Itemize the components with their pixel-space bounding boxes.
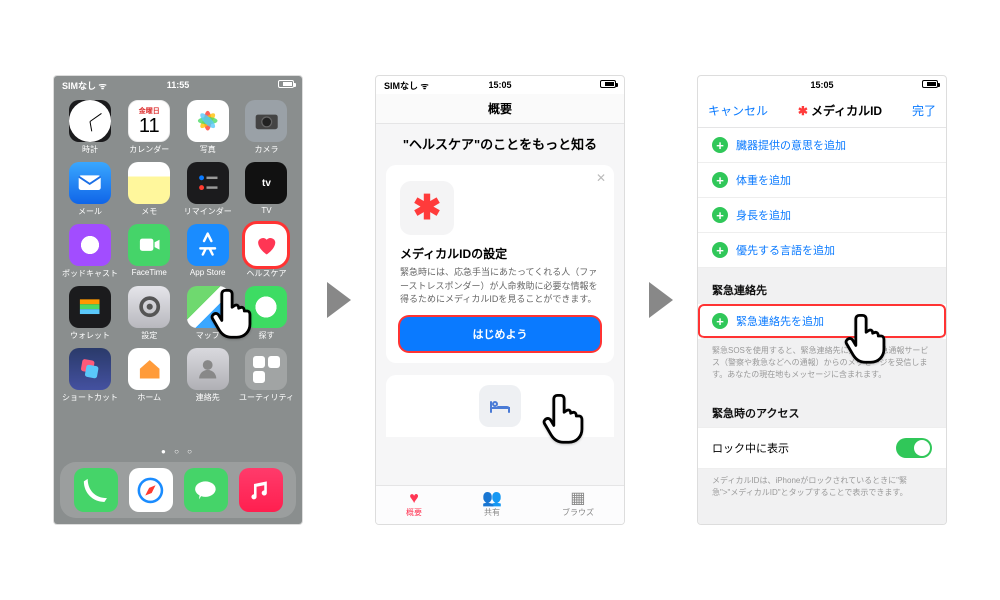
plus-icon: + [712, 137, 728, 153]
asterisk-icon: ✱ [400, 181, 454, 235]
wallet-icon [75, 292, 104, 321]
toggle-label: ロック中に表示 [712, 440, 789, 456]
app-appstore[interactable]: App Store [180, 224, 234, 284]
plus-icon: + [712, 207, 728, 223]
battery-icon [278, 80, 294, 88]
app-mail[interactable]: メール [62, 162, 118, 222]
heart-icon: ♥ [409, 491, 419, 507]
app-tv[interactable]: tvTV [239, 162, 294, 222]
battery-icon [922, 80, 938, 88]
app-settings[interactable]: 設定 [122, 286, 176, 346]
battery-icon [600, 80, 616, 88]
app-shortcuts[interactable]: ショートカット [62, 348, 118, 408]
phone-screen-3-medical-id: 15:05 キャンセル ✱メディカルID 完了 +臓器提供の意思を追加 +体重を… [697, 75, 947, 525]
plus-icon: + [712, 242, 728, 258]
close-icon[interactable]: ✕ [596, 171, 606, 185]
dock-phone[interactable] [74, 468, 118, 512]
tab-share[interactable]: 👥共有 [482, 491, 502, 518]
app-clock[interactable]: 時計 [62, 100, 118, 160]
app-facetime[interactable]: FaceTime [122, 224, 176, 284]
app-wallet[interactable]: ウォレット [62, 286, 118, 346]
facetime-icon [135, 230, 164, 259]
dock [60, 462, 296, 518]
appstore-icon [193, 230, 222, 259]
app-reminders[interactable]: リマインダー [180, 162, 234, 222]
app-utilities-folder[interactable]: ユーティリティ [239, 348, 294, 408]
app-home[interactable]: ホーム [122, 348, 176, 408]
phone-screen-1-home: SIMなし ᯤ 11:55 時計 金曜日11カレンダー 写真 カメラ メール メ… [53, 75, 303, 525]
status-bar: 15:05 [698, 76, 946, 94]
music-icon [245, 475, 276, 506]
status-time: 11:55 [54, 80, 302, 90]
photos-icon [193, 106, 222, 135]
section-emergency-access: 緊急時のアクセス [698, 391, 946, 427]
page-dots[interactable]: ● ○ ○ [54, 443, 302, 462]
lock-help-text: メディカルIDは、iPhoneがロックされているときに"緊急">"メディカルID… [698, 469, 946, 509]
toggle-switch[interactable] [896, 438, 932, 458]
card-body: 緊急時には、応急手当にあたってくれる人（ファーストレスポンダー）が人命救助に必要… [400, 266, 600, 307]
app-podcasts[interactable]: ポッドキャスト [62, 224, 118, 284]
row-height[interactable]: +身長を追加 [698, 198, 946, 233]
card-heading: メディカルIDの設定 [400, 245, 600, 262]
people-icon: 👥 [482, 491, 502, 507]
app-calendar[interactable]: 金曜日11カレンダー [122, 100, 176, 160]
app-contacts[interactable]: 連絡先 [180, 348, 234, 408]
messages-icon [190, 475, 221, 506]
step-arrow-icon [649, 282, 673, 318]
status-bar: SIMなし ᯤ 11:55 [54, 76, 302, 94]
dock-music[interactable] [239, 468, 283, 512]
row-add-emergency-contact[interactable]: +緊急連絡先を追加 [698, 304, 946, 339]
safari-icon [135, 475, 166, 506]
contacts-icon [193, 354, 222, 383]
section-emergency-contacts: 緊急連絡先 [698, 268, 946, 304]
status-bar: SIMなし ᯤ 15:05 [376, 76, 624, 94]
row-language[interactable]: +優先する言語を追加 [698, 233, 946, 268]
nav-title: ✱メディカルID [798, 102, 882, 119]
emergency-help-text: 緊急SOSを使用すると、緊急連絡先に対して緊急通報サービス（警察や救急などへの通… [698, 339, 946, 391]
asterisk-icon: ✱ [798, 104, 808, 118]
hero-heading: "ヘルスケア"のことをもっと知る [376, 124, 624, 159]
done-button[interactable]: 完了 [912, 102, 936, 119]
sleep-card-preview [386, 375, 614, 437]
app-camera[interactable]: カメラ [239, 100, 294, 160]
medical-id-card: ✕ ✱ メディカルIDの設定 緊急時には、応急手当にあたってくれる人（ファースト… [386, 165, 614, 363]
app-notes[interactable]: メモ [122, 162, 176, 222]
mail-icon [75, 168, 104, 197]
shortcuts-icon [75, 354, 104, 383]
plus-icon: + [712, 313, 728, 329]
tab-browse[interactable]: ▦ブラウズ [562, 491, 594, 518]
status-time: 15:05 [698, 80, 946, 90]
heart-icon [252, 230, 281, 259]
app-health[interactable]: ヘルスケア [239, 224, 294, 284]
row-organ-donation[interactable]: +臓器提供の意思を追加 [698, 128, 946, 163]
dock-safari[interactable] [129, 468, 173, 512]
dock-messages[interactable] [184, 468, 228, 512]
phone-icon [80, 475, 111, 506]
gear-icon [135, 292, 164, 321]
get-started-button[interactable]: はじめよう [400, 317, 600, 351]
page-title: 概要 [376, 94, 624, 124]
camera-icon [252, 106, 281, 135]
app-photos[interactable]: 写真 [180, 100, 234, 160]
tab-bar: ♥概要 👥共有 ▦ブラウズ [376, 485, 624, 524]
add-items-list: +臓器提供の意思を追加 +体重を追加 +身長を追加 +優先する言語を追加 [698, 128, 946, 268]
plus-icon: + [712, 172, 728, 188]
status-time: 15:05 [376, 80, 624, 90]
nav-bar: キャンセル ✱メディカルID 完了 [698, 94, 946, 128]
reminders-icon [193, 168, 222, 197]
step-arrow-icon [327, 282, 351, 318]
bed-icon [479, 385, 521, 427]
home-app-grid: 時計 金曜日11カレンダー 写真 カメラ メール メモ リマインダー tvTV … [54, 94, 302, 443]
app-findmy[interactable]: 探す [239, 286, 294, 346]
tab-summary[interactable]: ♥概要 [406, 491, 422, 518]
home-icon [135, 354, 164, 383]
cancel-button[interactable]: キャンセル [708, 102, 768, 119]
phone-screen-2-health: SIMなし ᯤ 15:05 概要 "ヘルスケア"のことをもっと知る ✕ ✱ メデ… [375, 75, 625, 525]
row-show-when-locked: ロック中に表示 [698, 427, 946, 469]
app-maps[interactable]: マップ [180, 286, 234, 346]
grid-icon: ▦ [570, 491, 585, 507]
row-weight[interactable]: +体重を追加 [698, 163, 946, 198]
